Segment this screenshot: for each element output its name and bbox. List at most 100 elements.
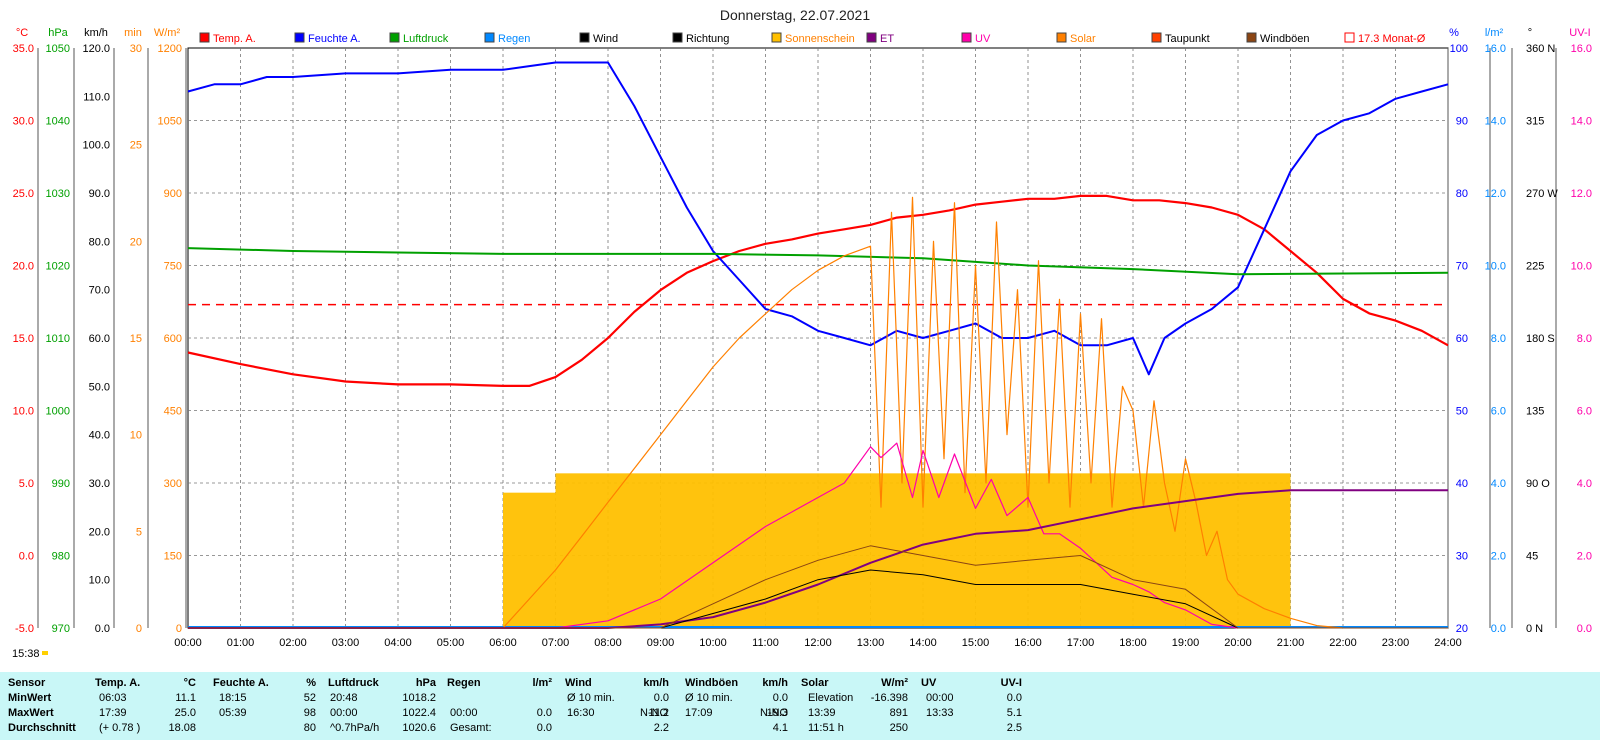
legend-label: Regen [498,33,530,45]
y-tick-wind: 80.0 [89,236,110,248]
y-tick-rain: 14.0 [1485,116,1506,128]
y-tick-wind: 70.0 [89,285,110,297]
x-tick-label: 02:00 [279,637,307,649]
x-tick-label: 24:00 [1434,637,1462,649]
stats-gusts-value: 19.3 [766,707,788,719]
stats-pressure-value: 1018.2 [402,692,436,704]
sunshine-bar [555,473,608,628]
x-tick-label: 17:00 [1067,637,1095,649]
axis-unit-wind: km/h [84,27,108,39]
y-tick-uv: 6.0 [1577,406,1592,418]
y-tick-pressure: 1010 [46,333,70,345]
y-tick-rain: 2.0 [1491,551,1506,563]
y-tick-direction: 225 [1526,261,1544,273]
legend-swatch [672,32,683,43]
legend-label: Richtung [686,33,729,45]
y-tick-solar: 750 [164,261,182,273]
legend-swatch [771,32,782,43]
y-tick-temp: 5.0 [19,478,34,490]
y-tick-pressure: 980 [52,551,70,563]
legend-label: Wind [593,33,618,45]
y-tick-humidity: 100 [1450,43,1468,55]
sunshine-bar [608,473,661,628]
legend-swatch [1246,32,1257,43]
legend-swatch [579,32,590,43]
axis-unit-rain: l/m² [1485,27,1504,39]
legend-label: Sonnenschein [785,33,855,45]
y-tick-pressure: 1020 [46,261,70,273]
axis-unit-sunshine: min [124,27,142,39]
legend-label: ET [880,33,894,45]
y-tick-humidity: 70 [1456,261,1468,273]
y-tick-solar: 1200 [158,43,182,55]
y-tick-direction: 45 [1526,551,1538,563]
y-tick-wind: 90.0 [89,188,110,200]
sunshine-bar [975,473,1028,628]
y-tick-sunshine: 15 [130,333,142,345]
stats-uv-value: 2.5 [1006,722,1022,734]
y-tick-rain: 4.0 [1491,478,1506,490]
x-tick-label: 05:00 [437,637,465,649]
x-tick-label: 14:00 [909,637,937,649]
x-tick-label: 21:00 [1277,637,1305,649]
y-tick-direction: 315 [1526,116,1544,128]
y-tick-temp: 15.0 [13,333,34,345]
y-tick-pressure: 1050 [46,43,70,55]
y-tick-wind: 60.0 [89,333,110,345]
y-tick-wind: 30.0 [89,478,110,490]
y-tick-direction: 0 N [1526,623,1543,635]
legend-label: Solar [1070,33,1096,45]
y-tick-humidity: 20 [1456,623,1468,635]
y-tick-uv: 2.0 [1577,551,1592,563]
legend-label: Feuchte A. [308,33,361,45]
legend-swatch [484,32,495,43]
x-tick-label: 04:00 [384,637,412,649]
x-tick-label: 09:00 [647,637,675,649]
x-tick-label: 06:00 [489,637,517,649]
y-tick-solar: 450 [164,406,182,418]
stats-gusts-value: 0.0 [772,692,788,704]
stats-uv-value: 0.0 [1006,692,1022,704]
y-tick-humidity: 80 [1456,188,1468,200]
stats-gusts-value: 4.1 [772,722,788,734]
y-tick-uv: 14.0 [1571,116,1592,128]
legend-label: Windböen [1260,33,1310,45]
y-tick-pressure: 1000 [46,406,70,418]
x-tick-label: 01:00 [227,637,255,649]
legend-label: UV [975,33,991,45]
y-tick-direction: 90 O [1526,478,1550,490]
y-tick-humidity: 50 [1456,406,1468,418]
sunshine-bar [660,473,713,628]
x-tick-label: 13:00 [857,637,885,649]
y-tick-sunshine: 25 [130,140,142,152]
y-tick-uv: 4.0 [1577,478,1592,490]
x-tick-label: 22:00 [1329,637,1357,649]
y-tick-sunshine: 20 [130,236,142,248]
y-tick-temp: 30.0 [13,116,34,128]
axis-unit-uv: UV-I [1569,27,1590,39]
y-tick-rain: 12.0 [1485,188,1506,200]
legend-swatch [1056,32,1067,43]
y-tick-solar: 600 [164,333,182,345]
x-tick-label: 08:00 [594,637,622,649]
axis-unit-solar: W/m² [154,27,181,39]
legend-swatch [294,32,305,43]
y-tick-wind: 100.0 [82,140,110,152]
axis-unit-direction: ° [1528,27,1532,39]
y-tick-sunshine: 0 [136,623,142,635]
stats-uv-value: 5.1 [1006,707,1022,719]
x-tick-label: 18:00 [1119,637,1147,649]
y-tick-sunshine: 10 [130,430,142,442]
y-tick-temp: -5.0 [15,623,34,635]
y-tick-direction: 180 S [1526,333,1555,345]
y-tick-pressure: 970 [52,623,70,635]
x-tick-label: 07:00 [542,637,570,649]
y-tick-rain: 16.0 [1485,43,1506,55]
y-tick-humidity: 40 [1456,478,1468,490]
sunshine-bar [1238,473,1291,628]
x-tick-label: 23:00 [1382,637,1410,649]
legend-label: Taupunkt [1165,33,1210,45]
y-tick-wind: 120.0 [82,43,110,55]
legend-swatch [961,32,972,43]
legend-swatch [389,32,400,43]
